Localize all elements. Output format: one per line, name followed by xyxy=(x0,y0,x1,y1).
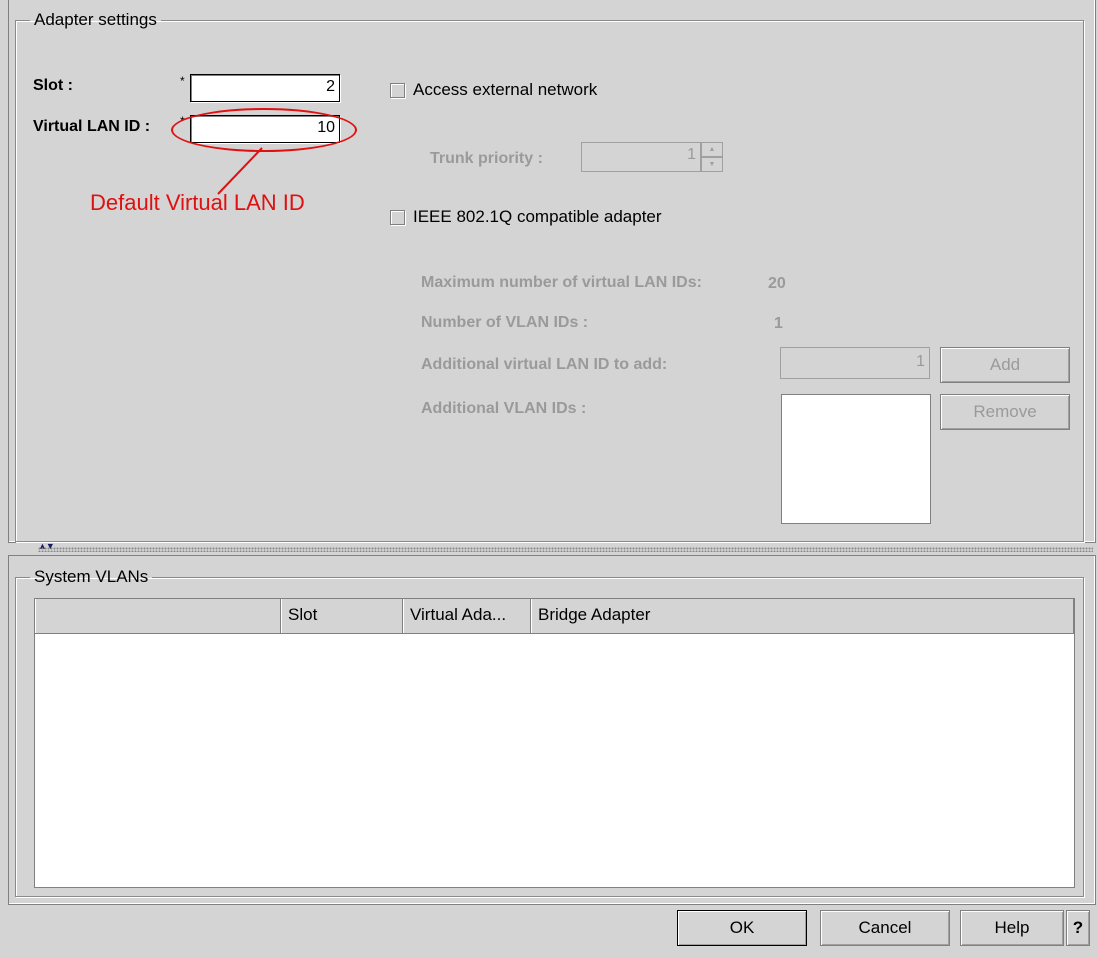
ieee-row[interactable]: IEEE 802.1Q compatible adapter xyxy=(390,207,662,227)
additional-vlan-ids-list[interactable] xyxy=(781,394,931,524)
adapter-dialog: Adapter settings Slot : * 2 Virtual LAN … xyxy=(0,0,1097,958)
ieee-checkbox[interactable] xyxy=(390,209,405,225)
trunk-priority-label: Trunk priority : xyxy=(430,150,543,167)
additional-vlan-ids-label: Additional VLAN IDs : xyxy=(421,400,587,417)
num-vlan-value: 1 xyxy=(774,315,783,332)
access-external-label: Access external network xyxy=(413,80,598,99)
access-external-row[interactable]: Access external network xyxy=(390,80,597,100)
add-button[interactable]: Add xyxy=(940,347,1070,383)
additional-vlan-input[interactable]: 1 xyxy=(780,347,930,379)
spin-down-icon[interactable]: ▼ xyxy=(701,157,723,172)
slot-input[interactable]: 2 xyxy=(190,74,340,102)
help-button[interactable]: Help xyxy=(960,910,1064,946)
context-help-button[interactable]: ? xyxy=(1066,910,1090,946)
table-header: Slot Virtual Ada... Bridge Adapter xyxy=(35,599,1074,634)
ok-button[interactable]: OK xyxy=(677,910,807,946)
spin-up-icon[interactable]: ▲ xyxy=(701,142,723,157)
system-vlans-title: System VLANs xyxy=(34,567,149,586)
cancel-button[interactable]: Cancel xyxy=(820,910,950,946)
slot-label: Slot : xyxy=(33,77,73,94)
remove-button[interactable]: Remove xyxy=(940,394,1070,430)
annotation-text: Default Virtual LAN ID xyxy=(90,190,305,215)
access-external-checkbox[interactable] xyxy=(390,82,405,98)
splitter-handle[interactable] xyxy=(38,547,1093,552)
vlan-id-label: Virtual LAN ID : xyxy=(33,118,151,135)
column-header-name[interactable] xyxy=(35,599,281,633)
additional-to-add-label: Additional virtual LAN ID to add: xyxy=(421,356,668,373)
slot-required-marker: * xyxy=(180,74,185,88)
num-vlan-label: Number of VLAN IDs : xyxy=(421,314,589,331)
column-header-slot[interactable]: Slot xyxy=(281,599,403,633)
adapter-settings-title: Adapter settings xyxy=(34,10,157,29)
ieee-label: IEEE 802.1Q compatible adapter xyxy=(413,207,662,226)
trunk-priority-input[interactable]: 1 xyxy=(581,142,701,172)
trunk-priority-spinner[interactable]: 1 ▲ ▼ xyxy=(581,142,723,172)
column-header-virtual-adapter[interactable]: Virtual Ada... xyxy=(403,599,531,633)
system-vlans-table[interactable]: Slot Virtual Ada... Bridge Adapter xyxy=(34,598,1075,888)
column-header-bridge-adapter[interactable]: Bridge Adapter xyxy=(531,599,1074,633)
max-vlan-label: Maximum number of virtual LAN IDs: xyxy=(421,274,702,291)
max-vlan-value: 20 xyxy=(768,275,786,292)
